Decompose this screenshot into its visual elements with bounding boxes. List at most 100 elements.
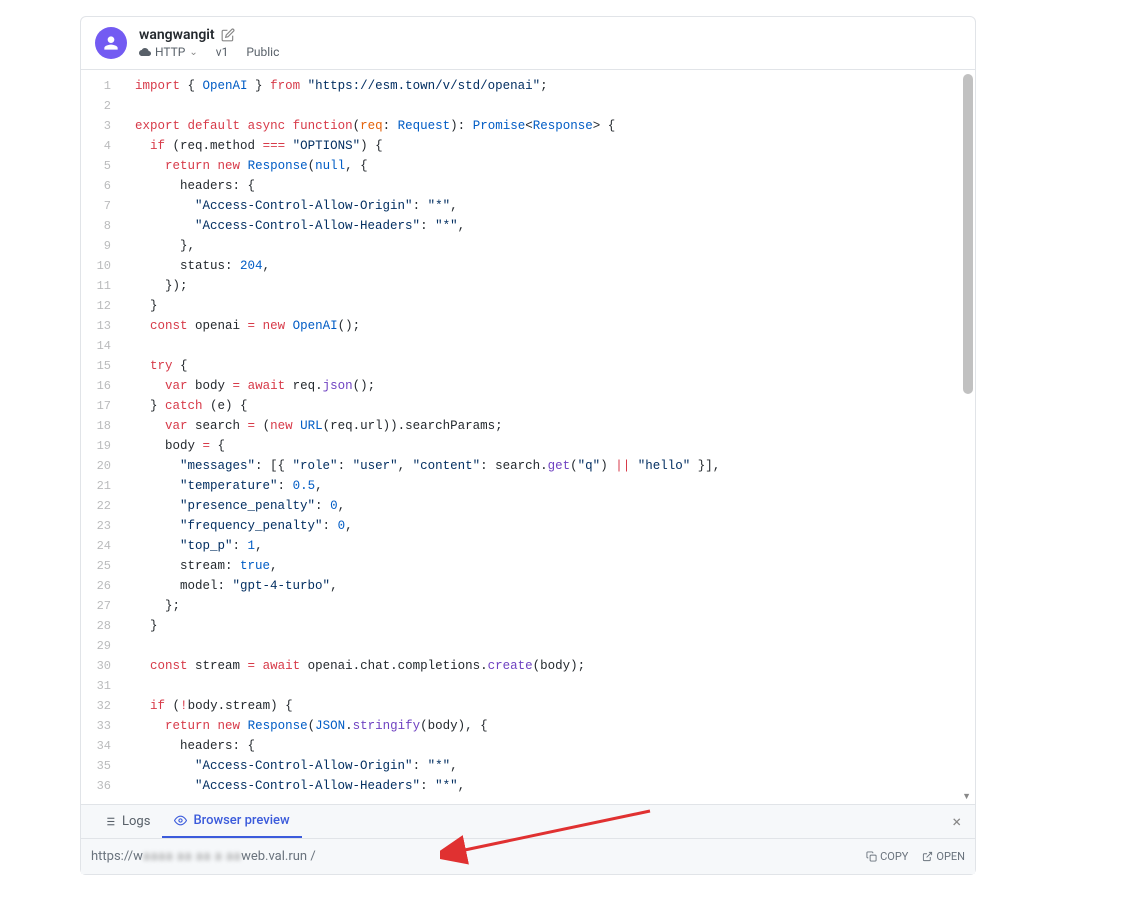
edit-icon[interactable] [221,28,235,42]
line-number: 18 [81,416,125,436]
code-line[interactable]: "temperature": 0.5, [135,476,975,496]
line-number: 31 [81,676,125,696]
line-number: 12 [81,296,125,316]
url-display[interactable]: https://waaaa aa aa a aaweb.val.run / [91,849,866,864]
code-line[interactable]: } catch (e) { [135,396,975,416]
code-line[interactable]: }, [135,236,975,256]
copy-icon [866,851,877,862]
avatar[interactable] [95,27,127,59]
code-line[interactable]: stream: true, [135,556,975,576]
code-line[interactable]: }); [135,276,975,296]
line-number: 16 [81,376,125,396]
line-number: 19 [81,436,125,456]
code-line[interactable]: if (req.method === "OPTIONS") { [135,136,975,156]
line-number: 10 [81,256,125,276]
line-number: 32 [81,696,125,716]
external-link-icon [922,851,933,862]
line-number: 36 [81,776,125,796]
tab-browser-preview-label: Browser preview [193,813,289,828]
type-badge[interactable]: HTTP ⌄ [139,45,198,59]
code-line[interactable] [135,636,975,656]
line-number: 6 [81,176,125,196]
code-line[interactable] [135,96,975,116]
line-number: 25 [81,556,125,576]
code-line[interactable]: var body = await req.json(); [135,376,975,396]
line-number: 13 [81,316,125,336]
url-prefix: https://w [91,849,143,864]
code-line[interactable]: const stream = await openai.chat.complet… [135,656,975,676]
list-icon [103,815,116,828]
line-number: 23 [81,516,125,536]
line-number: 30 [81,656,125,676]
code-editor[interactable]: 1234567891011121314151617181920212223242… [81,69,975,804]
line-number: 22 [81,496,125,516]
code-line[interactable]: "top_p": 1, [135,536,975,556]
line-number: 17 [81,396,125,416]
cloud-icon [139,46,151,58]
person-icon [101,33,121,53]
code-line[interactable]: if (!body.stream) { [135,696,975,716]
tab-logs-label: Logs [122,814,150,829]
line-number: 21 [81,476,125,496]
chevron-down-icon: ⌄ [189,47,197,58]
code-line[interactable]: model: "gpt-4-turbo", [135,576,975,596]
code-line[interactable]: import { OpenAI } from "https://esm.town… [135,76,975,96]
line-number: 15 [81,356,125,376]
url-suffix: web.val.run / [241,849,316,864]
code-line[interactable]: "Access-Control-Allow-Origin": "*", [135,756,975,776]
line-number: 29 [81,636,125,656]
scrollbar-thumb[interactable] [963,74,973,394]
version-label[interactable]: v1 [216,45,229,59]
code-line[interactable]: try { [135,356,975,376]
code-line[interactable]: "Access-Control-Allow-Headers": "*", [135,216,975,236]
code-line[interactable] [135,676,975,696]
code-line[interactable]: "messages": [{ "role": "user", "content"… [135,456,975,476]
code-line[interactable]: const openai = new OpenAI(); [135,316,975,336]
code-line[interactable]: "Access-Control-Allow-Origin": "*", [135,196,975,216]
url-blurred: aaaa aa aa a aa [143,849,241,864]
copy-button[interactable]: COPY [866,850,908,863]
username[interactable]: wangwangit [139,27,215,43]
line-number: 14 [81,336,125,356]
line-number: 11 [81,276,125,296]
code-line[interactable]: "Access-Control-Allow-Headers": "*", [135,776,975,796]
line-number: 34 [81,736,125,756]
code-line[interactable]: }; [135,596,975,616]
line-number: 20 [81,456,125,476]
open-button[interactable]: OPEN [922,850,965,863]
close-icon[interactable]: × [948,808,965,835]
line-number: 7 [81,196,125,216]
code-content[interactable]: import { OpenAI } from "https://esm.town… [125,70,975,804]
line-number: 4 [81,136,125,156]
code-line[interactable]: return new Response(null, { [135,156,975,176]
code-line[interactable]: return new Response(JSON.stringify(body)… [135,716,975,736]
line-number: 27 [81,596,125,616]
code-line[interactable]: } [135,616,975,636]
code-line[interactable]: status: 204, [135,256,975,276]
header: wangwangit HTTP ⌄ v1 Public [81,17,975,69]
scroll-down-icon[interactable]: ▼ [962,791,971,802]
line-number: 1 [81,76,125,96]
visibility-label[interactable]: Public [246,45,279,59]
code-line[interactable]: body = { [135,436,975,456]
line-number: 28 [81,616,125,636]
line-gutter: 1234567891011121314151617181920212223242… [81,70,125,804]
code-line[interactable]: "presence_penalty": 0, [135,496,975,516]
code-line[interactable] [135,336,975,356]
code-line[interactable]: var search = (new URL(req.url)).searchPa… [135,416,975,436]
tab-browser-preview[interactable]: Browser preview [162,805,301,838]
url-bar: https://waaaa aa aa a aaweb.val.run / CO… [81,838,975,874]
bottom-tabs: Logs Browser preview × [81,804,975,838]
scrollbar[interactable]: ▲ ▼ [961,70,975,804]
code-line[interactable]: export default async function(req: Reque… [135,116,975,136]
line-number: 5 [81,156,125,176]
code-line[interactable]: } [135,296,975,316]
tab-logs[interactable]: Logs [91,805,162,838]
line-number: 24 [81,536,125,556]
line-number: 9 [81,236,125,256]
code-line[interactable]: headers: { [135,176,975,196]
eye-icon [174,814,187,827]
code-line[interactable]: "frequency_penalty": 0, [135,516,975,536]
open-label: OPEN [936,850,965,863]
code-line[interactable]: headers: { [135,736,975,756]
